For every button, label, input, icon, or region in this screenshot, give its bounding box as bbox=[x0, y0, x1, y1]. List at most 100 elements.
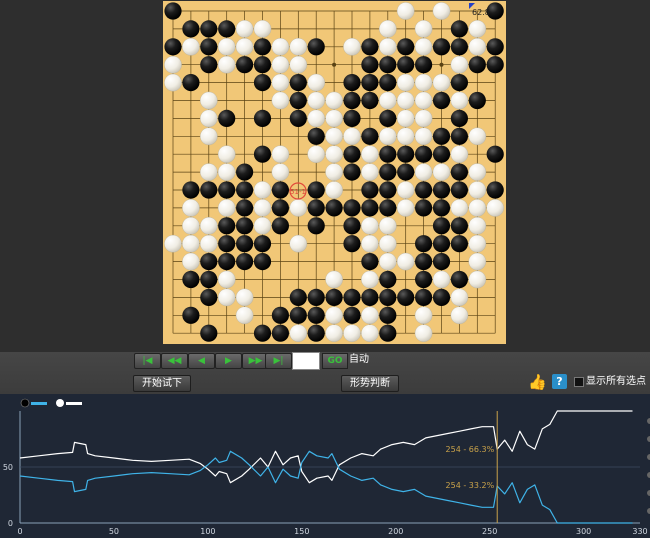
white-stone[interactable] bbox=[307, 91, 325, 110]
black-stone[interactable] bbox=[343, 235, 361, 253]
black-stone[interactable] bbox=[486, 181, 504, 199]
white-stone[interactable] bbox=[217, 288, 236, 307]
black-stone[interactable] bbox=[307, 324, 325, 342]
white-stone[interactable] bbox=[325, 145, 343, 163]
white-stone[interactable] bbox=[235, 20, 254, 38]
white-stone[interactable] bbox=[450, 145, 469, 163]
black-stone[interactable] bbox=[236, 199, 254, 217]
white-stone[interactable] bbox=[182, 234, 200, 253]
black-stone[interactable] bbox=[218, 181, 236, 199]
black-stone[interactable] bbox=[450, 127, 468, 145]
black-stone[interactable] bbox=[325, 199, 343, 217]
black-stone[interactable] bbox=[379, 324, 397, 342]
white-stone[interactable] bbox=[182, 217, 200, 235]
black-stone[interactable] bbox=[379, 306, 397, 324]
white-stone[interactable] bbox=[217, 145, 236, 163]
black-stone[interactable] bbox=[450, 20, 468, 38]
white-stone[interactable] bbox=[379, 234, 397, 253]
white-stone[interactable] bbox=[396, 109, 415, 128]
black-stone[interactable] bbox=[379, 109, 397, 127]
black-stone[interactable] bbox=[379, 270, 397, 289]
white-stone[interactable] bbox=[450, 55, 469, 74]
white-stone[interactable] bbox=[182, 199, 200, 217]
white-stone[interactable] bbox=[361, 306, 379, 325]
white-stone[interactable] bbox=[468, 38, 487, 56]
black-stone[interactable] bbox=[271, 324, 289, 342]
black-stone[interactable] bbox=[200, 56, 218, 74]
white-stone[interactable] bbox=[253, 199, 272, 217]
white-stone[interactable] bbox=[379, 127, 397, 146]
black-stone[interactable] bbox=[379, 56, 397, 74]
black-stone[interactable] bbox=[361, 288, 379, 306]
white-stone[interactable] bbox=[164, 55, 182, 74]
black-stone[interactable] bbox=[450, 109, 468, 127]
black-stone[interactable] bbox=[468, 91, 486, 110]
white-stone[interactable] bbox=[450, 288, 469, 307]
black-stone[interactable] bbox=[289, 306, 307, 324]
white-stone[interactable] bbox=[396, 73, 415, 92]
black-stone[interactable] bbox=[200, 20, 218, 38]
white-stone[interactable] bbox=[468, 163, 487, 181]
black-stone[interactable] bbox=[253, 38, 272, 56]
white-stone[interactable] bbox=[271, 91, 290, 110]
black-stone[interactable] bbox=[289, 109, 307, 127]
back-ten-button[interactable]: ◀◀ bbox=[161, 353, 188, 369]
white-stone[interactable] bbox=[343, 127, 361, 146]
white-stone[interactable] bbox=[361, 324, 379, 342]
black-stone[interactable] bbox=[236, 253, 254, 271]
white-stone[interactable] bbox=[343, 38, 361, 56]
black-stone[interactable] bbox=[361, 253, 379, 271]
black-stone[interactable] bbox=[450, 270, 468, 289]
white-stone[interactable] bbox=[468, 270, 487, 289]
black-stone[interactable] bbox=[361, 199, 379, 217]
white-stone[interactable] bbox=[486, 199, 504, 217]
white-stone[interactable] bbox=[289, 55, 308, 74]
black-stone[interactable] bbox=[343, 163, 361, 181]
black-stone[interactable] bbox=[432, 145, 451, 163]
white-stone[interactable] bbox=[289, 199, 308, 217]
black-stone[interactable] bbox=[343, 145, 361, 163]
black-stone[interactable] bbox=[236, 235, 254, 253]
white-stone[interactable] bbox=[396, 91, 415, 110]
white-stone[interactable] bbox=[468, 234, 487, 253]
white-stone[interactable] bbox=[361, 163, 379, 181]
black-stone[interactable] bbox=[486, 38, 504, 56]
white-stone[interactable] bbox=[414, 20, 433, 38]
white-stone[interactable] bbox=[414, 91, 433, 110]
black-stone[interactable] bbox=[182, 74, 200, 92]
black-stone[interactable] bbox=[415, 145, 433, 163]
white-stone[interactable] bbox=[325, 324, 343, 342]
black-stone[interactable] bbox=[200, 38, 218, 56]
move-number-input[interactable] bbox=[292, 352, 320, 370]
white-stone[interactable] bbox=[468, 252, 487, 271]
black-stone[interactable] bbox=[415, 270, 433, 289]
white-stone[interactable] bbox=[217, 270, 236, 289]
black-stone[interactable] bbox=[182, 181, 200, 199]
black-stone[interactable] bbox=[379, 199, 397, 217]
black-stone[interactable] bbox=[182, 306, 200, 324]
black-stone[interactable] bbox=[236, 217, 254, 235]
white-stone[interactable] bbox=[396, 199, 415, 217]
black-stone[interactable] bbox=[253, 74, 272, 92]
show-all-options-label[interactable]: 显示所有选点 bbox=[586, 374, 646, 390]
white-stone[interactable] bbox=[182, 38, 200, 56]
white-stone[interactable] bbox=[235, 38, 254, 56]
white-stone[interactable] bbox=[200, 91, 218, 110]
black-stone[interactable] bbox=[486, 56, 504, 74]
white-stone[interactable] bbox=[379, 91, 397, 110]
white-stone[interactable] bbox=[217, 163, 236, 181]
white-stone[interactable] bbox=[379, 20, 397, 38]
white-stone[interactable] bbox=[414, 73, 433, 92]
white-stone[interactable] bbox=[361, 217, 379, 235]
white-stone[interactable] bbox=[307, 73, 325, 92]
black-stone[interactable] bbox=[450, 74, 468, 92]
white-stone[interactable] bbox=[379, 217, 397, 235]
white-stone[interactable] bbox=[468, 217, 487, 235]
black-stone[interactable] bbox=[450, 217, 468, 235]
black-stone[interactable] bbox=[432, 38, 451, 56]
black-stone[interactable] bbox=[343, 288, 361, 306]
white-stone[interactable] bbox=[217, 199, 236, 217]
white-stone[interactable] bbox=[468, 20, 487, 38]
black-stone[interactable] bbox=[361, 38, 379, 56]
white-stone[interactable] bbox=[289, 234, 308, 253]
